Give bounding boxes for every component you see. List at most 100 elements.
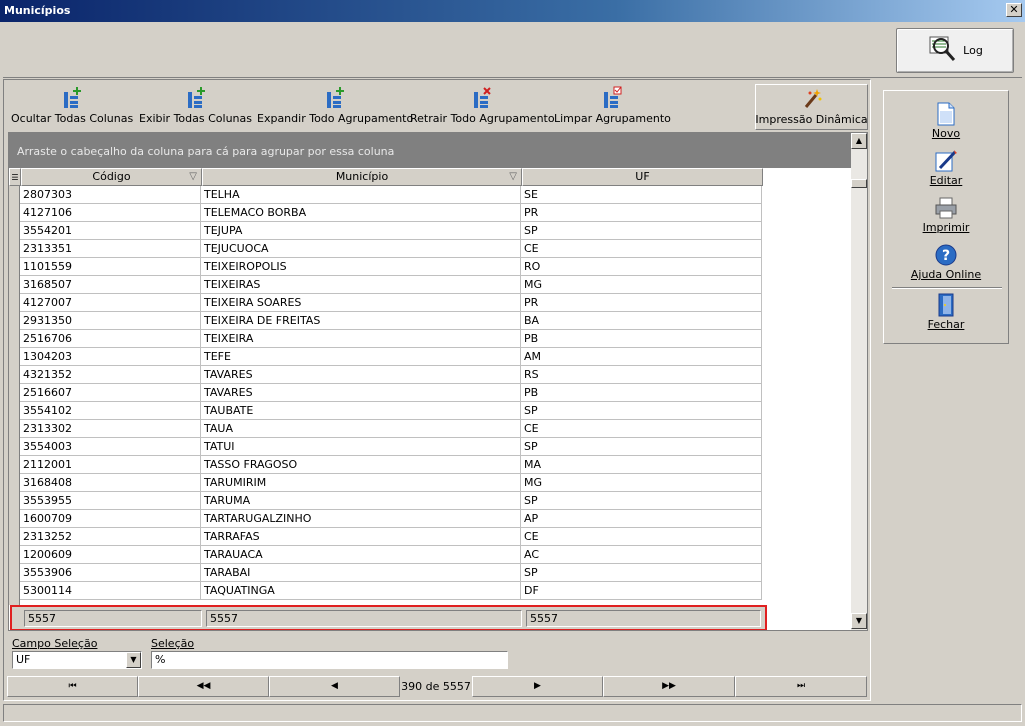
cell-uf[interactable]: BA (521, 312, 762, 329)
cell-uf[interactable]: PB (521, 330, 762, 347)
close-window-button[interactable]: ✕ (1006, 3, 1022, 17)
cell-codigo[interactable]: 1304203 (20, 348, 201, 365)
cell-municipio[interactable]: TAUBATE (201, 402, 521, 419)
cell-municipio[interactable]: TEIXEIRA DE FREITAS (201, 312, 521, 329)
filter-icon[interactable]: ▽ (189, 169, 197, 185)
table-row[interactable]: 3553906 TARABAI SP (20, 564, 762, 582)
hide-all-columns-button[interactable]: Ocultar Todas Colunas (11, 84, 133, 130)
cell-municipio[interactable]: TEJUCUOCA (201, 240, 521, 257)
cell-codigo[interactable]: 2931350 (20, 312, 201, 329)
table-row[interactable]: 2516706 TEIXEIRA PB (20, 330, 762, 348)
cell-codigo[interactable]: 4127007 (20, 294, 201, 311)
cell-municipio[interactable]: TAUA (201, 420, 521, 437)
table-row[interactable]: 5300114 TAQUATINGA DF (20, 582, 762, 600)
first-record-button[interactable]: ⏮ (7, 676, 138, 697)
selection-value-input[interactable]: % (151, 651, 508, 669)
cell-codigo[interactable]: 3168408 (20, 474, 201, 491)
table-row[interactable]: 2313351 TEJUCUOCA CE (20, 240, 762, 258)
cell-uf[interactable]: PR (521, 204, 762, 221)
cell-codigo[interactable]: 2807303 (20, 186, 201, 203)
table-row[interactable]: 2807303 TELHA SE (20, 186, 762, 204)
prev-page-button[interactable]: ◀◀ (138, 676, 269, 697)
cell-uf[interactable]: CE (521, 420, 762, 437)
cell-uf[interactable]: CE (521, 528, 762, 545)
table-row[interactable]: 1600709 TARTARUGALZINHO AP (20, 510, 762, 528)
table-row[interactable]: 1304203 TEFE AM (20, 348, 762, 366)
cell-uf[interactable]: SP (521, 438, 762, 455)
table-row[interactable]: 2931350 TEIXEIRA DE FREITAS BA (20, 312, 762, 330)
next-record-button[interactable]: ▶ (472, 676, 603, 697)
cell-uf[interactable]: PR (521, 294, 762, 311)
prev-record-button[interactable]: ◀ (269, 676, 400, 697)
cell-uf[interactable]: DF (521, 582, 762, 599)
cell-municipio[interactable]: TATUI (201, 438, 521, 455)
cell-codigo[interactable]: 1200609 (20, 546, 201, 563)
table-row[interactable]: 3554201 TEJUPA SP (20, 222, 762, 240)
column-chooser-button[interactable]: ☰ (9, 168, 21, 186)
cell-uf[interactable]: PB (521, 384, 762, 401)
table-row[interactable]: 3168507 TEIXEIRAS MG (20, 276, 762, 294)
last-record-button[interactable]: ⏭ (735, 676, 867, 697)
cell-uf[interactable]: MG (521, 474, 762, 491)
cell-municipio[interactable]: TEIXEIROPOLIS (201, 258, 521, 275)
cell-codigo[interactable]: 4127106 (20, 204, 201, 221)
scroll-down-button[interactable]: ▼ (851, 613, 867, 629)
cell-uf[interactable]: RO (521, 258, 762, 275)
table-row[interactable]: 2313252 TARRAFAS CE (20, 528, 762, 546)
table-row[interactable]: 1200609 TARAUACA AC (20, 546, 762, 564)
cell-municipio[interactable]: TELEMACO BORBA (201, 204, 521, 221)
cell-municipio[interactable]: TARUMIRIM (201, 474, 521, 491)
table-row[interactable]: 1101559 TEIXEIROPOLIS RO (20, 258, 762, 276)
cell-codigo[interactable]: 2313351 (20, 240, 201, 257)
cell-codigo[interactable]: 2112001 (20, 456, 201, 473)
cell-uf[interactable]: SP (521, 402, 762, 419)
column-header-municipio[interactable]: Município ▽ (202, 168, 522, 186)
cell-municipio[interactable]: TEIXEIRAS (201, 276, 521, 293)
cell-uf[interactable]: SP (521, 492, 762, 509)
cell-municipio[interactable]: TASSO FRAGOSO (201, 456, 521, 473)
table-row[interactable]: 3553955 TARUMA SP (20, 492, 762, 510)
cell-municipio[interactable]: TAVARES (201, 384, 521, 401)
cell-uf[interactable]: RS (521, 366, 762, 383)
cell-codigo[interactable]: 2516706 (20, 330, 201, 347)
cell-uf[interactable]: MG (521, 276, 762, 293)
cell-municipio[interactable]: TELHA (201, 186, 521, 203)
cell-codigo[interactable]: 2313252 (20, 528, 201, 545)
cell-uf[interactable]: MA (521, 456, 762, 473)
selection-field-select[interactable]: UF ▼ (12, 651, 142, 669)
cell-municipio[interactable]: TEIXEIRA (201, 330, 521, 347)
cell-codigo[interactable]: 3553906 (20, 564, 201, 581)
new-button[interactable]: Novo (884, 101, 1008, 140)
scroll-thumb[interactable] (851, 179, 867, 188)
cell-codigo[interactable]: 2516607 (20, 384, 201, 401)
edit-button[interactable]: Editar (884, 148, 1008, 187)
scroll-up-button[interactable]: ▲ (851, 133, 867, 149)
show-all-columns-button[interactable]: Exibir Todas Colunas (139, 84, 252, 130)
cell-codigo[interactable]: 5300114 (20, 582, 201, 599)
cell-codigo[interactable]: 1101559 (20, 258, 201, 275)
cell-uf[interactable]: AP (521, 510, 762, 527)
cell-codigo[interactable]: 3554201 (20, 222, 201, 239)
cell-uf[interactable]: SE (521, 186, 762, 203)
cell-uf[interactable]: AM (521, 348, 762, 365)
vertical-scrollbar[interactable]: ▲ ▼ (851, 133, 867, 630)
collapse-grouping-button[interactable]: Retrair Todo Agrupamento (410, 84, 555, 130)
table-row[interactable]: 4321352 TAVARES RS (20, 366, 762, 384)
clear-grouping-button[interactable]: Limpar Agrupamento (554, 84, 671, 130)
cell-codigo[interactable]: 3554102 (20, 402, 201, 419)
table-row[interactable]: 2516607 TAVARES PB (20, 384, 762, 402)
cell-municipio[interactable]: TAVARES (201, 366, 521, 383)
table-row[interactable]: 4127007 TEIXEIRA SOARES PR (20, 294, 762, 312)
table-row[interactable]: 2112001 TASSO FRAGOSO MA (20, 456, 762, 474)
cell-codigo[interactable]: 1600709 (20, 510, 201, 527)
cell-municipio[interactable]: TARRAFAS (201, 528, 521, 545)
cell-codigo[interactable]: 3168507 (20, 276, 201, 293)
column-header-codigo[interactable]: Código ▽ (21, 168, 202, 186)
cell-municipio[interactable]: TEIXEIRA SOARES (201, 294, 521, 311)
table-row[interactable]: 3168408 TARUMIRIM MG (20, 474, 762, 492)
column-header-uf[interactable]: UF (522, 168, 763, 186)
table-row[interactable]: 4127106 TELEMACO BORBA PR (20, 204, 762, 222)
cell-municipio[interactable]: TARAUACA (201, 546, 521, 563)
table-row[interactable]: 3554003 TATUI SP (20, 438, 762, 456)
cell-municipio[interactable]: TARTARUGALZINHO (201, 510, 521, 527)
